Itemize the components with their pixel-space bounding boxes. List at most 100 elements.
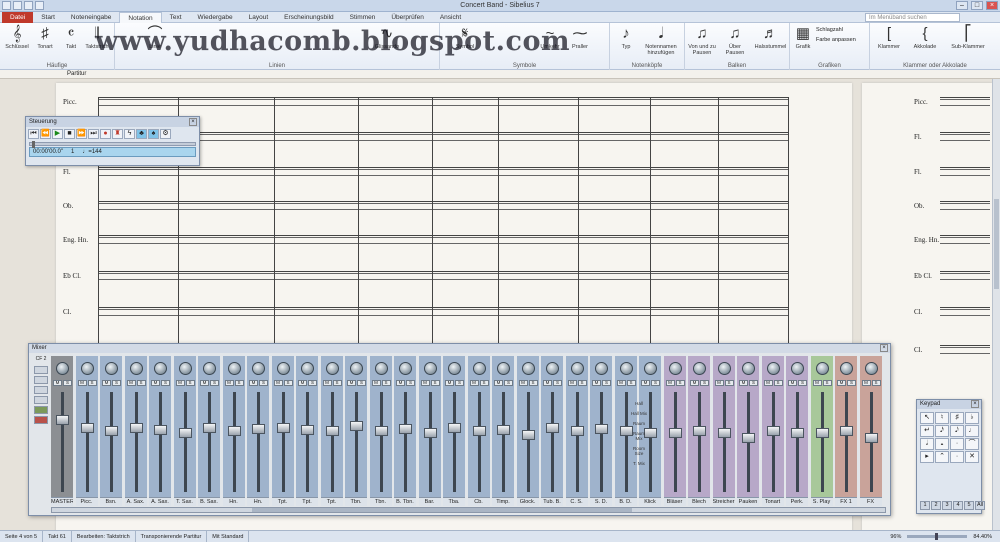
volume-fader[interactable] [129,422,143,433]
record-button[interactable]: ● [100,129,111,139]
stemlets-button[interactable]: ♬ Halsstummel [753,25,788,50]
mixer-groups-icon[interactable] [34,386,48,394]
mute-button[interactable]: M [298,380,307,386]
tab-note-input[interactable]: Noteneingabe [63,12,119,23]
solo-button[interactable]: S [553,380,562,386]
tab-parts[interactable]: Stimmen [342,12,384,23]
pan-knob[interactable] [521,362,535,375]
keypad-close-icon[interactable]: × [971,400,979,408]
staff[interactable] [98,97,788,106]
volume-fader[interactable] [766,426,780,437]
solo-button[interactable]: S [430,380,440,386]
mute-button[interactable]: M [739,380,748,386]
mute-button[interactable]: M [77,380,87,386]
tab-layout[interactable]: Layout [241,12,277,23]
keypad-layout-tab[interactable]: 3 [942,501,952,510]
solo-button[interactable]: S [185,380,195,386]
mute-button[interactable]: M [788,380,797,386]
solo-button[interactable]: S [602,380,611,386]
solo-button[interactable]: S [773,380,783,386]
pan-knob[interactable] [227,362,241,375]
keypad-key[interactable]: 𝅝 [935,438,949,450]
pan-knob[interactable] [619,362,633,375]
keypad-layout-tab[interactable]: 1 [920,501,930,510]
solo-button[interactable]: S [357,380,366,386]
mute-button[interactable]: M [102,380,111,386]
fx-send-label[interactable]: Room Size [629,446,649,456]
add-note-names-button[interactable]: 𝅘𝅥 Notennamen hinzufügen [640,25,682,56]
transport-close-icon[interactable]: × [189,118,197,126]
keypad-header[interactable]: Keypad × [917,400,981,409]
volume-fader[interactable] [448,422,461,433]
mute-button[interactable]: M [396,380,405,386]
live-tempo-icon[interactable]: ♣ [136,129,147,139]
pan-knob[interactable] [717,362,731,375]
solo-button[interactable]: S [479,380,489,386]
solo-button[interactable]: S [332,380,342,386]
pan-knob[interactable] [129,362,143,375]
ribbon-search-input[interactable]: Im Menüband suchen [865,12,960,22]
staff[interactable] [98,271,788,280]
staff[interactable] [98,201,788,210]
mute-button[interactable]: M [151,380,160,386]
keypad-key[interactable]: ♩ [965,425,979,437]
tab-appearance[interactable]: Erscheinungsbild [276,12,342,23]
staff[interactable] [98,235,788,244]
pan-knob[interactable] [252,362,265,375]
settings-icon[interactable]: ⚙ [160,129,171,139]
solo-button[interactable]: S [749,380,758,386]
keypad-key[interactable]: ↖ [920,412,934,424]
mute-button[interactable]: M [592,380,601,386]
pan-knob[interactable] [668,362,682,375]
transport-header[interactable]: Steuerung × [26,117,199,127]
staff[interactable] [98,307,788,316]
tab-notation[interactable]: Notation [119,11,162,23]
volume-fader[interactable] [252,424,265,435]
staff[interactable] [98,132,788,141]
solo-button[interactable]: S [112,380,121,386]
solo-button[interactable]: S [161,380,170,386]
pan-knob[interactable] [399,362,412,375]
staff[interactable] [940,167,990,176]
pan-knob[interactable] [448,362,461,375]
play-button[interactable]: ▶ [52,129,63,139]
solo-button[interactable]: S [259,380,268,386]
keypad-layout-tab[interactable]: All [975,501,985,510]
solo-button[interactable]: S [283,380,293,386]
document-tab-score[interactable]: Partitur [67,71,86,77]
keypad-key[interactable]: ♯ [950,412,964,424]
pan-knob[interactable] [693,362,706,375]
volume-fader[interactable] [717,428,731,438]
mixer-header[interactable]: Mixer × [29,344,890,353]
volume-fader[interactable] [840,426,853,437]
tab-file[interactable]: Datei [2,11,34,23]
stop-button[interactable]: ■ [64,129,75,139]
keypad-key[interactable]: ▸ [920,451,934,463]
mute-button[interactable]: M [665,380,675,386]
volume-fader[interactable] [815,428,829,438]
mixer-fx-icon[interactable] [34,416,48,424]
volume-fader[interactable] [350,420,363,431]
volume-fader[interactable] [668,428,682,438]
pan-knob[interactable] [546,362,559,375]
pan-knob[interactable] [595,362,608,375]
from-to-rests-button[interactable]: ♫ Von und zu Pausen [687,25,717,56]
volume-fader[interactable] [325,426,339,437]
mute-button[interactable]: M [616,380,626,386]
solo-button[interactable]: S [210,380,219,386]
keypad-key[interactable]: 𝅘𝅥𝅯 [935,425,949,437]
keypad-layout-tab[interactable]: 4 [953,501,963,510]
pan-knob[interactable] [325,362,339,375]
mute-button[interactable]: M [837,380,846,386]
staff[interactable] [98,167,788,176]
tab-text[interactable]: Text [162,12,190,23]
beat-number-button[interactable]: Schlagzahl [816,27,843,33]
staff[interactable] [940,345,990,354]
close-button[interactable]: × [986,1,998,10]
volume-fader[interactable] [374,426,388,437]
keypad-layout-tab[interactable]: 5 [964,501,974,510]
solo-button[interactable]: S [675,380,685,386]
over-rests-button[interactable]: ♫ Über Pausen [720,25,750,56]
mute-button[interactable]: M [567,380,577,386]
status-transposing-score[interactable]: Transponierende Partitur [136,530,208,542]
